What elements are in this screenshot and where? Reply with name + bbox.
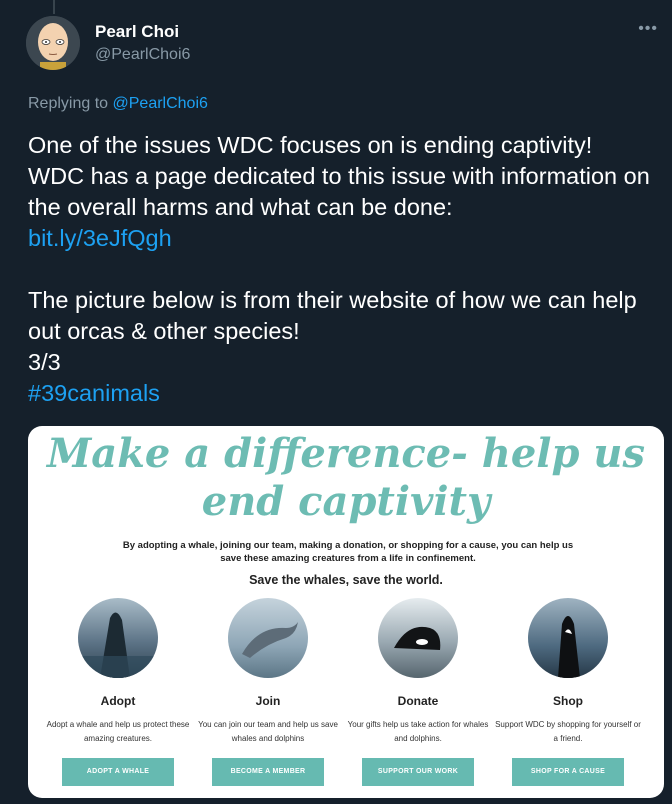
media-headline: Make a difference- help us end captivity [47,430,645,525]
card-title: Join [255,694,281,708]
hashtag-link[interactable]: #39canimals [28,380,160,406]
card-title: Shop [553,694,583,708]
dolphin-photo-icon [228,598,308,678]
whale-photo-icon [78,598,158,678]
shop-for-a-cause-button[interactable]: SHOP FOR A CAUSE [512,758,624,786]
card-title: Adopt [100,694,136,708]
avatar[interactable] [26,16,80,70]
support-our-work-button[interactable]: SUPPORT OUR WORK [362,758,474,786]
tweet-body-1: One of the issues WDC focuses on is endi… [28,132,650,220]
whale-breach-photo-icon [378,598,458,678]
tweet-link[interactable]: bit.ly/3eJfQgh [28,225,172,251]
replying-prefix: Replying to [28,95,113,112]
reply-mention-link[interactable]: @PearlChoi6 [113,95,208,112]
orca-photo-icon [528,598,608,678]
card-desc: Support WDC by shopping for yourself or … [495,720,641,743]
avatar-icon [26,16,80,70]
tweet-text: One of the issues WDC focuses on is endi… [28,130,668,409]
more-options-icon[interactable]: ••• [638,20,658,38]
become-a-member-button[interactable]: BECOME A MEMBER [212,758,324,786]
display-name[interactable]: Pearl Choi [95,22,179,42]
card-donate: Donate Your gifts help us take action fo… [345,598,491,786]
thread-line [53,0,55,14]
media-tagline: Save the whales, save the world. [249,573,443,587]
adopt-a-whale-button[interactable]: ADOPT A WHALE [62,758,174,786]
tweet-media-image[interactable]: Make a difference- help us end captivity… [28,426,664,798]
card-adopt: Adopt Adopt a whale and help us protect … [45,598,191,786]
card-desc: Adopt a whale and help us protect these … [46,720,190,743]
card-join: Join You can join our team and help us s… [195,598,341,786]
replying-to: Replying to @PearlChoi6 [28,95,208,113]
tweet-body-2: The picture below is from their website … [28,287,637,375]
card-desc: You can join our team and help us save w… [198,720,338,743]
card-shop: Shop Support WDC by shopping for yoursel… [495,598,641,786]
media-intro: By adopting a whale, joining our team, m… [122,540,574,564]
card-title: Donate [397,694,439,708]
user-handle[interactable]: @PearlChoi6 [95,46,190,64]
card-desc: Your gifts help us take action for whale… [347,720,489,743]
